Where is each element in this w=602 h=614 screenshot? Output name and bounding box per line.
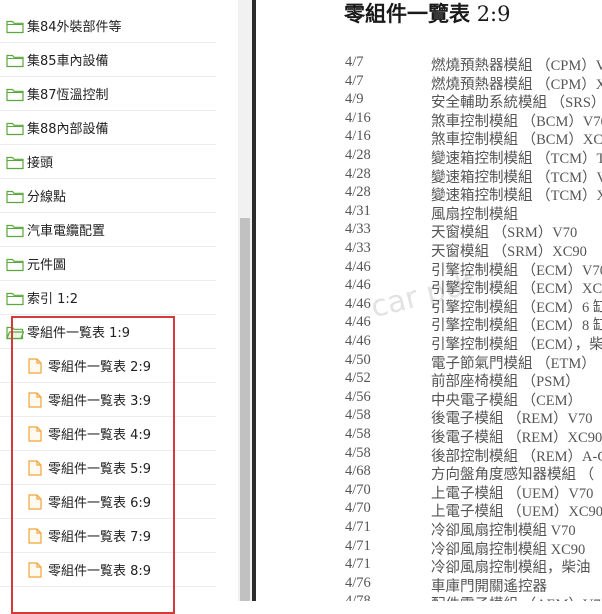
navigation-tree: 集84外裝部件等 集85車內設備 集87恆溫控制 集88內部設備 接頭分線點汽車電纜配置… [0, 0, 238, 601]
folder-icon [6, 154, 24, 170]
component-code: 4/50 [345, 351, 371, 368]
document-page-label: 2:9 [476, 2, 511, 26]
component-code: 4/46 [345, 314, 371, 331]
folder-icon [6, 18, 24, 34]
tree-item-label: 分線點 [27, 190, 67, 205]
tree-item-label: 元件圖 [27, 258, 67, 273]
component-code: 4/71 [345, 556, 371, 573]
tree-item-label: 零組件一覧表 7:9 [48, 530, 152, 545]
component-code: 4/71 [345, 537, 371, 554]
tree-item-label: 集88內部設備 [27, 122, 109, 137]
folder-open-icon [6, 324, 25, 340]
component-code: 4/52 [345, 370, 371, 387]
component-code: 4/46 [345, 258, 371, 275]
component-code: 4/78 [345, 593, 371, 601]
tree-folder-item[interactable]: 元件圖 [0, 247, 216, 281]
tree-item-label: 零組件一覧表 2:9 [48, 360, 152, 375]
component-code: 4/31 [345, 202, 371, 219]
document-title: 零組件一覽表 2:9 [344, 0, 510, 28]
component-code: 4/9 [345, 91, 364, 108]
component-code: 4/7 [345, 72, 364, 89]
component-code: 4/58 [345, 426, 371, 442]
tree-page-item[interactable]: 零組件一覧表 8:9 [0, 553, 216, 587]
document-title-text: 零組件一覽表 [344, 1, 470, 26]
tree-page-item[interactable]: 零組件一覧表 7:9 [0, 519, 216, 553]
component-code: 4/7 [345, 54, 364, 70]
component-code: 4/28 [345, 184, 371, 201]
tree-item-label: 索引 1:2 [27, 292, 79, 307]
document-viewer: 零組件一覽表 2:9 car pdf 4/7 燃燒預熱器模組 （CPM）V 4/7 燃… [256, 0, 602, 601]
tree-page-item[interactable]: 零組件一覧表 4:9 [0, 417, 216, 451]
tree-folder-item[interactable]: 集88內部設備 [0, 111, 216, 145]
tree-page-item[interactable]: 零組件一覧表 2:9 [0, 349, 216, 383]
component-name: 配件電子模組 （AEM）V70 [431, 593, 602, 601]
page-icon [26, 527, 44, 544]
component-code: 4/16 [345, 109, 371, 126]
component-code: 4/58 [345, 407, 371, 424]
tree-page-item[interactable]: 零組件一覧表 3:9 [0, 383, 216, 417]
tree-item-label: 零組件一覧表 6:9 [48, 496, 152, 511]
tree-folder-item[interactable]: 集87恆溫控制 [0, 77, 216, 111]
component-code: 4/58 [345, 444, 371, 461]
tree-item-label: 集87恆溫控制 [27, 88, 109, 103]
folder-icon [6, 256, 24, 272]
page-icon [26, 493, 44, 510]
tree-page-item[interactable]: 零組件一覧表 5:9 [0, 451, 216, 485]
component-code: 4/70 [345, 500, 371, 517]
component-code: 4/70 [345, 481, 371, 498]
component-code: 4/33 [345, 221, 371, 238]
tree-item-label: 集84外裝部件等 [27, 20, 122, 35]
tree-item-label: 零組件一覧表 3:9 [48, 394, 152, 409]
sidebar-scrollbar[interactable] [238, 0, 252, 601]
tree-folder-item[interactable]: 索引 1:2 [0, 281, 216, 315]
tree-page-item[interactable]: 零組件一覧表 6:9 [0, 485, 216, 519]
folder-icon [6, 188, 24, 204]
component-code: 4/16 [345, 128, 371, 145]
page-icon [26, 425, 44, 442]
page-icon [26, 357, 44, 374]
folder-icon [6, 222, 24, 238]
component-code: 4/46 [345, 277, 371, 294]
component-code: 4/28 [345, 147, 371, 163]
tree-folder-item[interactable]: 集84外裝部件等 [0, 9, 216, 43]
component-code: 4/76 [345, 574, 371, 591]
scrollbar-thumb[interactable] [240, 218, 250, 601]
tree-item-label: 零組件一覧表 4:9 [48, 428, 152, 443]
page-icon [26, 561, 44, 578]
component-code: 4/68 [345, 463, 371, 480]
tree-item-label: 零組件一覧表 8:9 [48, 564, 152, 579]
tree-item-label: 零組件一覧表 1:9 [27, 326, 131, 341]
tree-item-label: 汽車電纜配置 [27, 224, 106, 239]
tree-folder-item[interactable]: 分線點 [0, 179, 216, 213]
tree-item-label: 零組件一覧表 5:9 [48, 462, 152, 477]
component-code: 4/46 [345, 333, 371, 349]
tree-folder-item[interactable]: 零組件一覧表 1:9 [0, 315, 216, 349]
tree-item-label: 集85車內設備 [27, 54, 109, 69]
component-code: 4/33 [345, 240, 371, 256]
component-code: 4/71 [345, 519, 371, 535]
tree-folder-item[interactable]: 汽車電纜配置 [0, 213, 216, 247]
folder-icon [6, 52, 24, 68]
page-icon [26, 391, 44, 408]
tree-folder-item[interactable]: 接頭 [0, 145, 216, 179]
component-code: 4/56 [345, 388, 371, 405]
folder-icon [6, 120, 24, 136]
page-icon [26, 459, 44, 476]
tree-item-label: 接頭 [27, 156, 54, 171]
tree-folder-item[interactable]: 集85車內設備 [0, 43, 216, 77]
component-code: 4/28 [345, 165, 371, 182]
folder-icon [6, 86, 24, 102]
component-code: 4/46 [345, 295, 371, 312]
folder-icon [6, 290, 24, 306]
